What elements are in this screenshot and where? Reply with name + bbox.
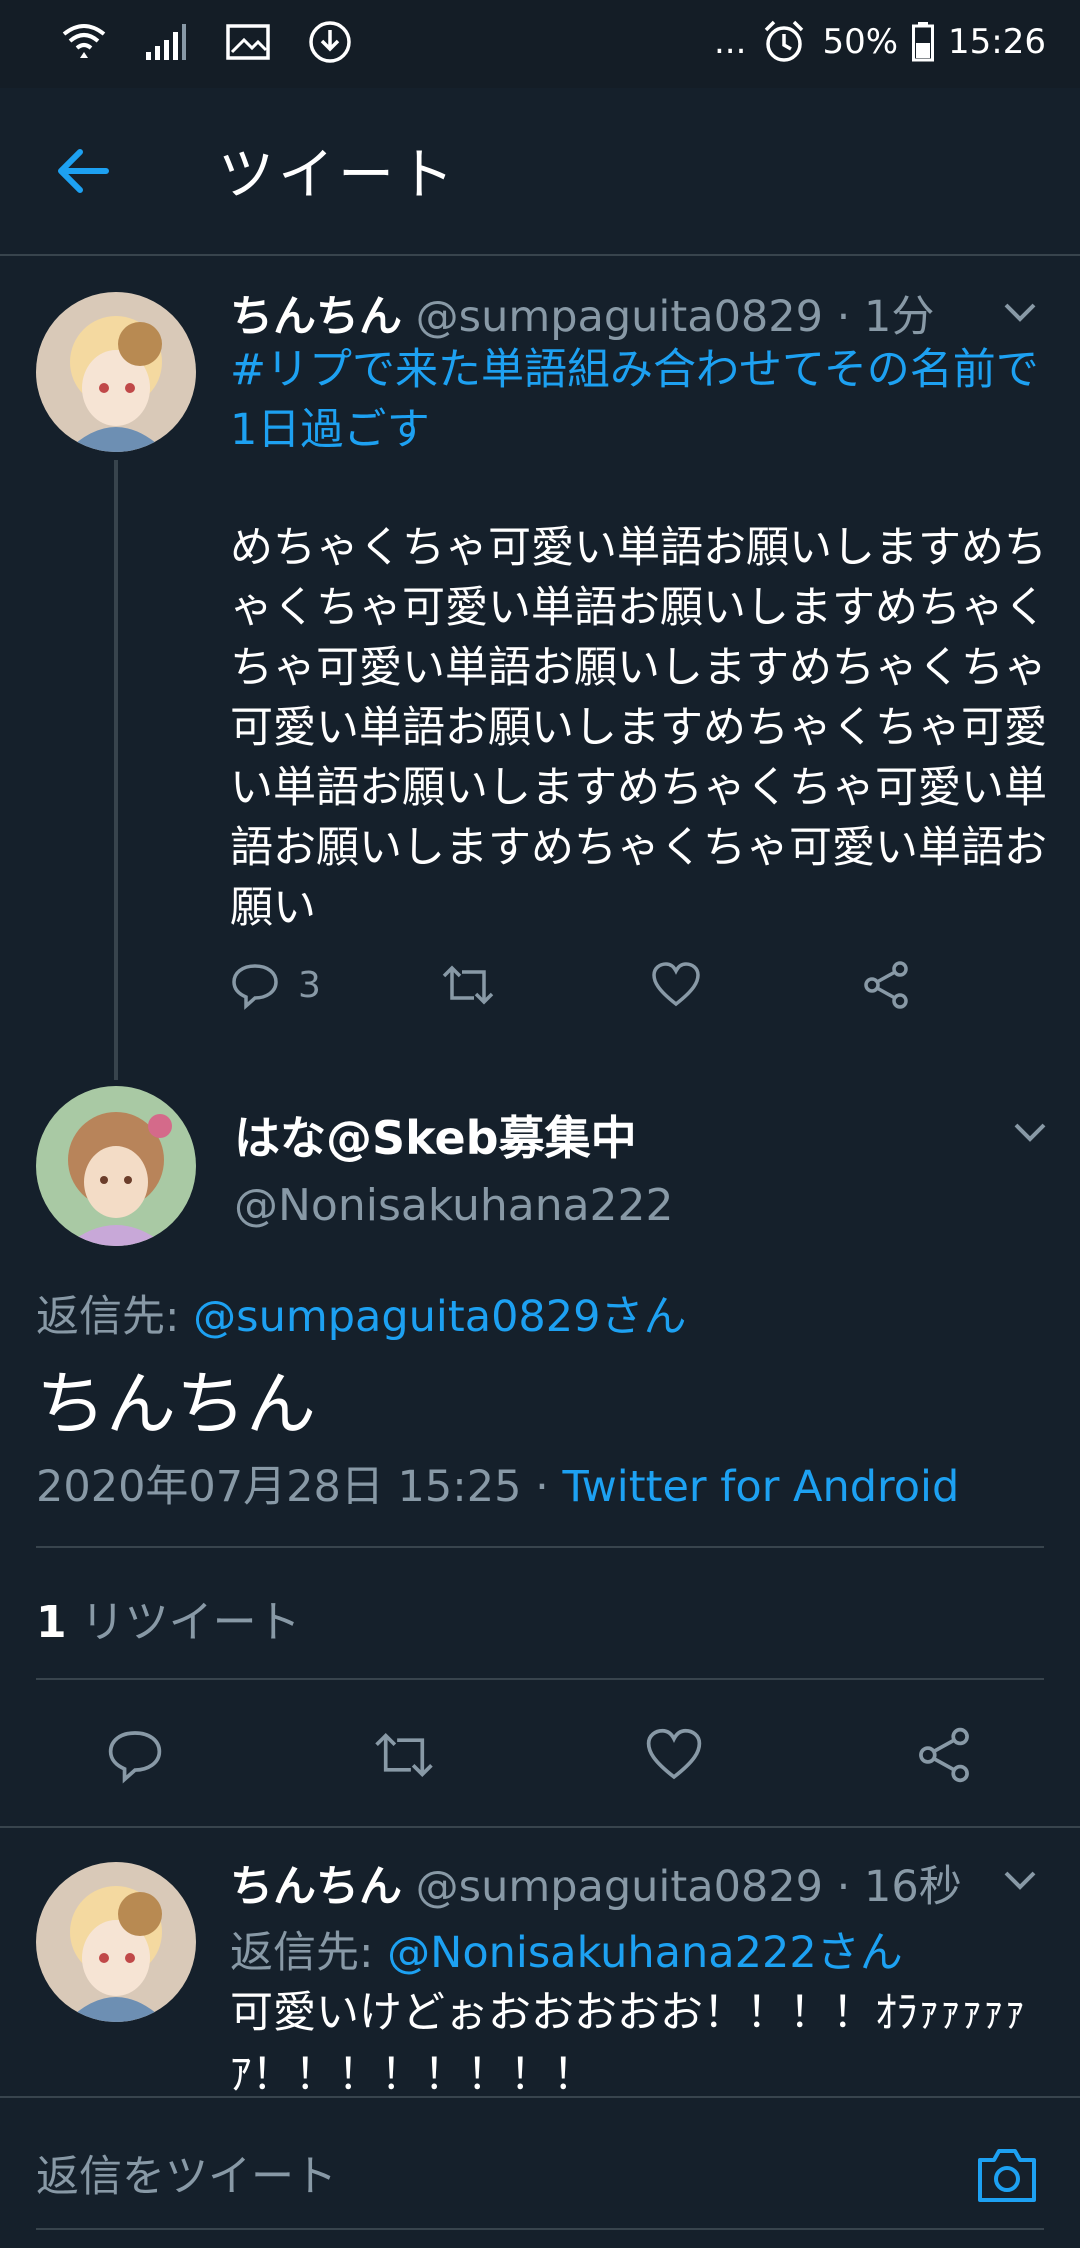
reply-to-user-link[interactable]: @sumpaguita0829さん: [193, 1292, 686, 1342]
hashtag-link[interactable]: #リプで来た単語組み合わせてその名前で1日過ごす: [230, 340, 1040, 460]
author-handle[interactable]: @sumpaguita0829: [416, 292, 823, 342]
retweet-stats[interactable]: 1 リツイート: [36, 1586, 301, 1650]
retweet-count: 1: [36, 1597, 67, 1648]
share-icon: [864, 961, 908, 1009]
tweet-actions: 3: [230, 960, 930, 1020]
reply-button[interactable]: 3: [230, 960, 321, 1010]
reply-icon: [232, 964, 278, 1010]
divider: [36, 1678, 1044, 1680]
reply-count: 3: [298, 964, 321, 1006]
reply-to-line: 返信先: @Nonisakuhana222さん: [230, 1918, 903, 1980]
heart-icon[interactable]: [644, 1726, 704, 1784]
tweet-meta: 2020年07月28日 15:25 · Twitter for Android: [36, 1452, 959, 1514]
chevron-down-icon[interactable]: [1008, 1110, 1052, 1154]
retweet-button[interactable]: [440, 960, 496, 1010]
heart-icon: [652, 962, 700, 1007]
alarm-icon: [765, 20, 804, 62]
image-icon: [226, 24, 270, 60]
status-dots: ...: [714, 22, 747, 62]
reply-input[interactable]: 返信をツイート: [36, 2142, 337, 2204]
source-link[interactable]: Twitter for Android: [562, 1462, 959, 1512]
reply-to-label: 返信先:: [230, 1928, 374, 1978]
tweet-text: ちんちん: [36, 1363, 316, 1445]
battery-icon: [912, 22, 935, 62]
share-icon[interactable]: [914, 1726, 974, 1784]
author-handle[interactable]: @Nonisakuhana222: [234, 1180, 674, 1231]
thread-connector: [114, 460, 118, 1080]
retweet-icon: [442, 965, 494, 1005]
author-handle[interactable]: @sumpaguita0829: [416, 1862, 823, 1912]
meta-separator: ·: [535, 1462, 549, 1512]
status-bar: ... 50% 15:26: [0, 0, 1080, 88]
battery-percent: 50%: [822, 22, 899, 62]
retweet-icon[interactable]: [372, 1726, 436, 1784]
tweet-time: · 16秒: [836, 1862, 962, 1912]
back-arrow-icon[interactable]: [50, 138, 116, 204]
download-icon: [309, 21, 351, 63]
like-button[interactable]: [650, 960, 702, 1010]
tweet-text: 可愛いけどぉおおおおお！！！！ｵﾗｧｧｧｧｧｱ！！！！！！！！: [230, 1988, 1026, 2100]
camera-icon[interactable]: [974, 2144, 1040, 2206]
reply-to-line: 返信先: @sumpaguita0829さん: [36, 1282, 687, 1344]
signal-icon: [146, 24, 186, 60]
divider: [36, 1546, 1044, 1548]
top-app-bar: ツイート: [0, 88, 1080, 256]
author-name[interactable]: ちんちん: [230, 1862, 402, 1912]
avatar[interactable]: [36, 292, 196, 452]
tweet-text: めちゃくちゃ可愛い単語お願いしますめちゃくちゃ可愛い単語お願いしますめちゃくちゃ…: [230, 523, 1047, 933]
tweet-time: · 1分: [836, 292, 935, 342]
author-name[interactable]: ちんちん: [230, 292, 402, 342]
author-name[interactable]: はな@Skeb募集中: [234, 1102, 637, 1168]
status-time: 15:26: [948, 22, 1046, 62]
wifi-icon: [62, 24, 106, 58]
reply-to-user-link[interactable]: @Nonisakuhana222さん: [387, 1928, 903, 1978]
reply-to-label: 返信先:: [36, 1292, 180, 1342]
page-title: ツイート: [218, 143, 458, 208]
tweet-actions: [0, 1718, 1080, 1788]
reply-compose-bar: 返信をツイート: [0, 2096, 1080, 2248]
tweet-timestamp: 2020年07月28日 15:25: [36, 1462, 522, 1512]
chevron-down-icon[interactable]: [998, 1858, 1042, 1902]
compose-underline: [36, 2228, 1044, 2230]
retweet-label: リツイート: [80, 1597, 301, 1648]
avatar[interactable]: [36, 1862, 196, 2022]
chevron-down-icon[interactable]: [998, 290, 1042, 334]
reply-icon[interactable]: [106, 1726, 164, 1784]
share-button[interactable]: [860, 960, 912, 1010]
divider: [0, 1826, 1080, 1828]
avatar[interactable]: [36, 1086, 196, 1246]
